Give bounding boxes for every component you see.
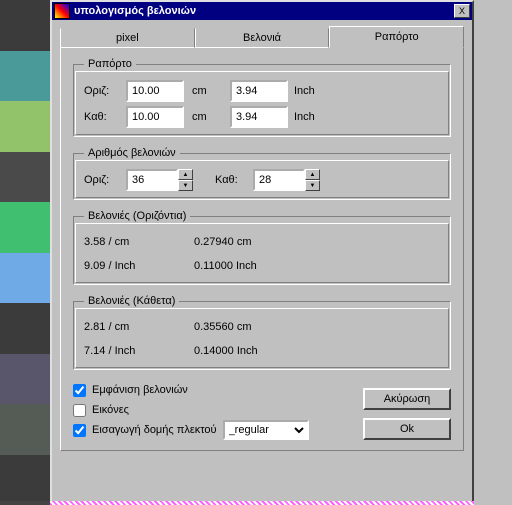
repeat-horiz-inch-input[interactable]: [230, 80, 288, 102]
group-count-legend: Αριθμός βελονιών: [84, 147, 180, 159]
horiz-inch: 0.11000 Inch: [194, 260, 314, 272]
footer-stripe: [50, 501, 474, 505]
count-horiz-input[interactable]: [126, 169, 178, 191]
count-horiz-up-button[interactable]: ▲: [178, 169, 193, 180]
tab-stitch[interactable]: Βελονιά: [195, 28, 330, 48]
checkbox-import-structure-label: Εισαγωγή δομής πλεκτού: [92, 424, 217, 436]
close-button[interactable]: X: [454, 4, 470, 18]
unit-inch: Inch: [288, 85, 315, 97]
label-horiz: Οριζ:: [84, 174, 126, 186]
checkbox-show-stitches-input[interactable]: [73, 384, 86, 397]
tab-strip: pixel Βελονιά Ραπόρτο: [60, 26, 464, 48]
background-stripes: [0, 0, 50, 505]
checkbox-show-stitches-label: Εμφάνιση βελονιών: [92, 384, 188, 396]
system-menu-icon[interactable]: [54, 3, 70, 19]
count-horiz-down-button[interactable]: ▼: [178, 180, 193, 191]
group-vert-legend: Βελονιές (Κάθετα): [84, 295, 179, 307]
unit-cm: cm: [184, 111, 230, 123]
repeat-vert-inch-input[interactable]: [230, 106, 288, 128]
tab-repeat[interactable]: Ραπόρτο: [329, 26, 464, 48]
checkbox-import-structure-input[interactable]: [73, 424, 86, 437]
vert-inch: 0.14000 Inch: [194, 345, 314, 357]
horiz-per-cm: 3.58 / cm: [84, 236, 194, 248]
vert-per-inch: 7.14 / Inch: [84, 345, 194, 357]
label-horiz: Οριζ:: [84, 85, 126, 97]
repeat-vert-cm-input[interactable]: [126, 106, 184, 128]
checkbox-images[interactable]: Εικόνες: [73, 400, 363, 420]
label-vert: Καθ:: [215, 174, 253, 186]
vert-per-cm: 2.81 / cm: [84, 321, 194, 333]
count-vert-down-button[interactable]: ▼: [305, 180, 320, 191]
titlebar: υπολογισμός βελονιών X: [52, 2, 472, 20]
structure-combo[interactable]: _regular: [223, 420, 309, 440]
horiz-cm: 0.27940 cm: [194, 236, 314, 248]
unit-inch: Inch: [288, 111, 315, 123]
group-horiz-stitches: Βελονιές (Οριζόντια) 3.58 / cm 0.27940 c…: [73, 210, 451, 285]
footer-stripe-left: [0, 501, 50, 505]
horiz-per-inch: 9.09 / Inch: [84, 260, 194, 272]
count-vert-up-button[interactable]: ▲: [305, 169, 320, 180]
cancel-button[interactable]: Ακύρωση: [363, 388, 451, 410]
checkbox-images-input[interactable]: [73, 404, 86, 417]
window-title: υπολογισμός βελονιών: [74, 5, 454, 17]
group-vert-stitches: Βελονιές (Κάθετα) 2.81 / cm 0.35560 cm 7…: [73, 295, 451, 370]
group-horiz-legend: Βελονιές (Οριζόντια): [84, 210, 190, 222]
checkbox-show-stitches[interactable]: Εμφάνιση βελονιών: [73, 380, 363, 400]
tab-panel-repeat: Ραπόρτο Οριζ: cm Inch Καθ: cm Inch: [60, 47, 464, 451]
repeat-horiz-cm-input[interactable]: [126, 80, 184, 102]
checkbox-import-structure[interactable]: Εισαγωγή δομής πλεκτού _regular: [73, 420, 363, 440]
tab-pixel[interactable]: pixel: [60, 28, 195, 48]
dialog-window: υπολογισμός βελονιών X pixel Βελονιά Ραπ…: [50, 0, 474, 505]
checkbox-images-label: Εικόνες: [92, 404, 129, 416]
label-vert: Καθ:: [84, 111, 126, 123]
group-count: Αριθμός βελονιών Οριζ: ▲ ▼ Καθ:: [73, 147, 451, 200]
ok-button[interactable]: Ok: [363, 418, 451, 440]
group-repeat: Ραπόρτο Οριζ: cm Inch Καθ: cm Inch: [73, 58, 451, 137]
unit-cm: cm: [184, 85, 230, 97]
count-vert-input[interactable]: [253, 169, 305, 191]
group-repeat-legend: Ραπόρτο: [84, 58, 136, 70]
vert-cm: 0.35560 cm: [194, 321, 314, 333]
